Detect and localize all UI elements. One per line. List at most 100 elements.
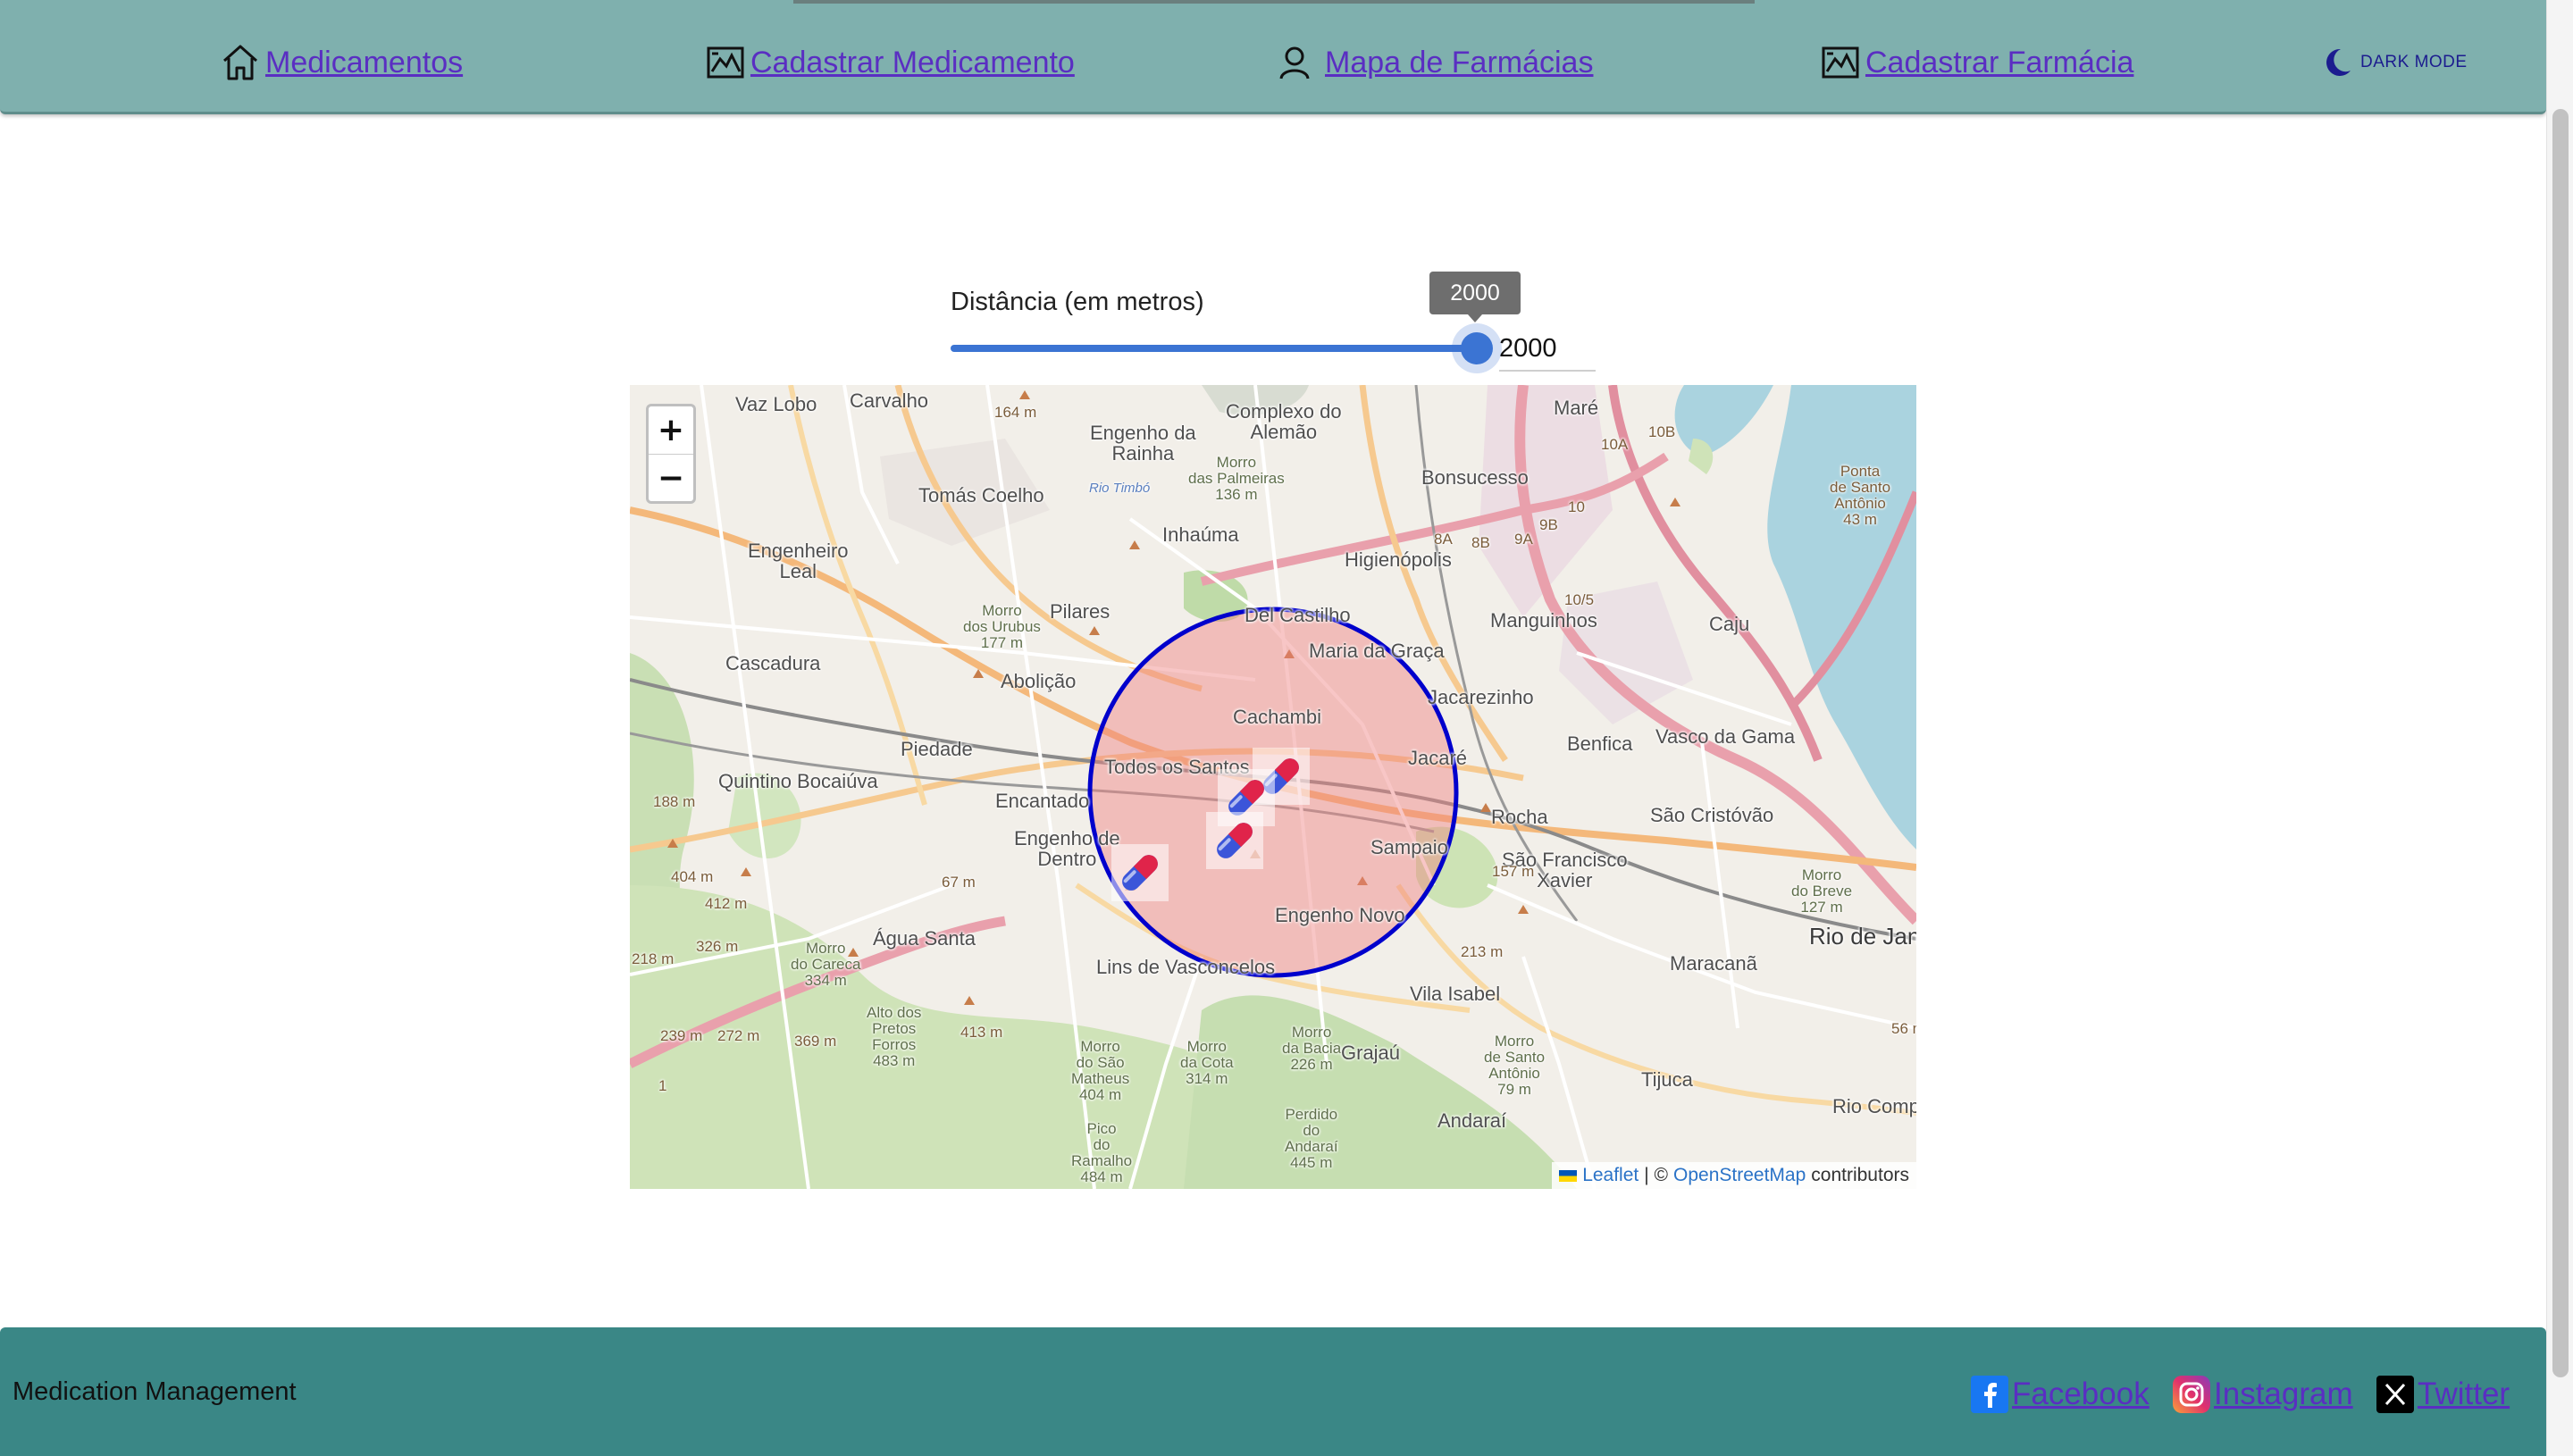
map-label: Grajaú (1341, 1042, 1401, 1064)
dark-mode-toggle[interactable]: DARK MODE (2319, 43, 2468, 82)
nav-medicamentos[interactable]: Medicamentos (219, 39, 463, 86)
instagram-link[interactable]: Instagram (2173, 1374, 2353, 1415)
zoom-in-button[interactable]: + (649, 406, 693, 454)
map-label: Morro de Santo Antônio 79 m (1484, 1033, 1546, 1098)
map-label: 1 (658, 1077, 667, 1094)
attribution-separator: | © (1644, 1165, 1669, 1185)
map-label: Rio Timbó (1089, 481, 1151, 496)
map-label: 218 m (632, 950, 675, 967)
distance-slider-label: Distância (em metros) (951, 288, 1204, 316)
map-label: Manguinhos (1490, 609, 1597, 632)
map-label: 9B (1539, 516, 1558, 533)
map-label: Pilares (1050, 600, 1110, 623)
map-label: Pico do Ramalho 484 m (1071, 1120, 1133, 1185)
map-label: Vasco da Gama (1655, 725, 1796, 748)
nav-cadastrar-farmacia[interactable]: Cadastrar Farmácia (1819, 39, 2133, 86)
nav-mapa-farmacias[interactable]: Mapa de Farmácias (1273, 39, 1593, 86)
nav-medicamentos-label: Medicamentos (265, 45, 464, 79)
map-label: 326 m (696, 938, 739, 955)
page: Medicamentos Cadastrar Medicamento Mapa … (0, 0, 2573, 1456)
map-label: Tomás Coelho (918, 484, 1044, 506)
map-label: 56 m (1891, 1020, 1916, 1037)
map-label: Complexo do Alemão (1226, 400, 1342, 444)
leaflet-link[interactable]: Leaflet (1582, 1165, 1639, 1186)
page-scrollbar[interactable] (2546, 0, 2573, 1456)
map-label: 9A (1514, 531, 1533, 548)
instagram-icon (2173, 1376, 2210, 1413)
map-zoom-control: + − (646, 404, 696, 504)
map-label: Engenho da Rainha (1090, 422, 1196, 465)
map-label: São Cristóvão (1650, 804, 1774, 826)
map-label: 10/5 (1564, 591, 1595, 608)
map-label: Cascadura (725, 652, 821, 674)
instagram-label: Instagram (2214, 1377, 2353, 1411)
map-label: Ponta de Santo Antônio 43 m (1830, 463, 1891, 528)
map-label: Sampaio (1370, 836, 1448, 858)
map-label: Cachambi (1233, 706, 1322, 728)
map-label: Engenheiro Leal (748, 540, 849, 583)
attribution-suffix: contributors (1811, 1165, 1909, 1185)
map-label: Quintino Bocaiúva (718, 770, 878, 792)
dark-mode-label: DARK MODE (2360, 53, 2468, 71)
map-label: 8B (1471, 534, 1490, 551)
navbar-top-line (793, 0, 1755, 4)
map-label: 404 m (671, 868, 714, 885)
pharmacy-marker[interactable] (1111, 844, 1169, 901)
distance-value-input[interactable] (1499, 327, 1596, 372)
map-attribution: Leaflet | © OpenStreetMap contributors (1552, 1162, 1916, 1189)
map-label: 10 (1568, 498, 1585, 515)
map-label: 412 m (705, 895, 748, 912)
nav-cadastrar-farmacia-label: Cadastrar Farmácia (1865, 45, 2134, 79)
map-label: 188 m (653, 793, 696, 810)
map-label: Carvalho (850, 389, 929, 412)
map-label: Vaz Lobo (735, 393, 817, 415)
map-label: Morro da Cota 314 m (1180, 1038, 1234, 1087)
map-label: Abolição (1001, 670, 1077, 692)
openstreetmap-link[interactable]: OpenStreetMap (1673, 1165, 1806, 1186)
map-label: 413 m (960, 1024, 1003, 1041)
map-label: 164 m (994, 404, 1037, 421)
distance-slider-track[interactable] (951, 345, 1474, 352)
map-label: Encantado (995, 790, 1090, 812)
map-label: Maracanã (1670, 952, 1757, 975)
map-label: Morro do Breve 127 m (1791, 866, 1853, 916)
distance-slider-tooltip-arrow (1468, 314, 1482, 322)
pharmacy-map[interactable]: Vaz Lobo Carvalho Engenho da Rainha Comp… (630, 385, 1916, 1189)
twitter-link[interactable]: Twitter (2376, 1374, 2510, 1415)
home-icon (223, 45, 257, 80)
map-label: Morro dos Urubus 177 m (963, 602, 1041, 651)
map-label: Maria da Graça (1309, 640, 1445, 662)
map-label: Higienópolis (1345, 548, 1452, 571)
page-scrollbar-thumb[interactable] (2552, 109, 2569, 1377)
map-label: Morro do Careca 334 m (791, 940, 861, 989)
pill-capsule-icon (1122, 855, 1158, 891)
map-label: Perdido do Andaraí 445 m (1285, 1106, 1338, 1171)
map-label: Alto dos Pretos Forros 483 m (867, 1004, 922, 1069)
nav-cadastrar-medicamento[interactable]: Cadastrar Medicamento (704, 39, 1075, 86)
map-label: Del Castilho (1245, 604, 1351, 626)
twitter-label: Twitter (2418, 1377, 2510, 1411)
map-label: Morro das Palmeiras 136 m (1188, 454, 1285, 503)
facebook-link[interactable]: Facebook (1971, 1374, 2150, 1415)
image-chart-icon (707, 46, 744, 79)
image-chart-icon (1822, 46, 1859, 79)
map-label: Vila Isabel (1410, 983, 1501, 1005)
map-label: Jacaré (1408, 747, 1468, 769)
map-label: Rio de Jan (1809, 923, 1916, 950)
pharmacy-marker[interactable] (1206, 812, 1263, 869)
map-label: Tijuca (1641, 1068, 1693, 1091)
top-navbar: Medicamentos Cadastrar Medicamento Mapa … (0, 0, 2546, 114)
moon-icon (2326, 48, 2351, 76)
map-label: Inhaúma (1162, 523, 1239, 546)
map-label: Maré (1554, 397, 1599, 419)
zoom-out-button[interactable]: − (649, 454, 693, 501)
map-label: Morro da Bacia 226 m (1282, 1024, 1342, 1073)
map-label: Engenho de Dentro (1014, 827, 1120, 871)
map-label: Água Santa (873, 927, 976, 950)
map-label: 272 m (717, 1027, 760, 1044)
map-label: 10B (1648, 423, 1676, 440)
map-label: 8A (1434, 531, 1453, 548)
x-twitter-icon (2376, 1376, 2414, 1413)
user-icon (1279, 46, 1310, 79)
distance-slider-thumb[interactable] (1461, 332, 1493, 364)
